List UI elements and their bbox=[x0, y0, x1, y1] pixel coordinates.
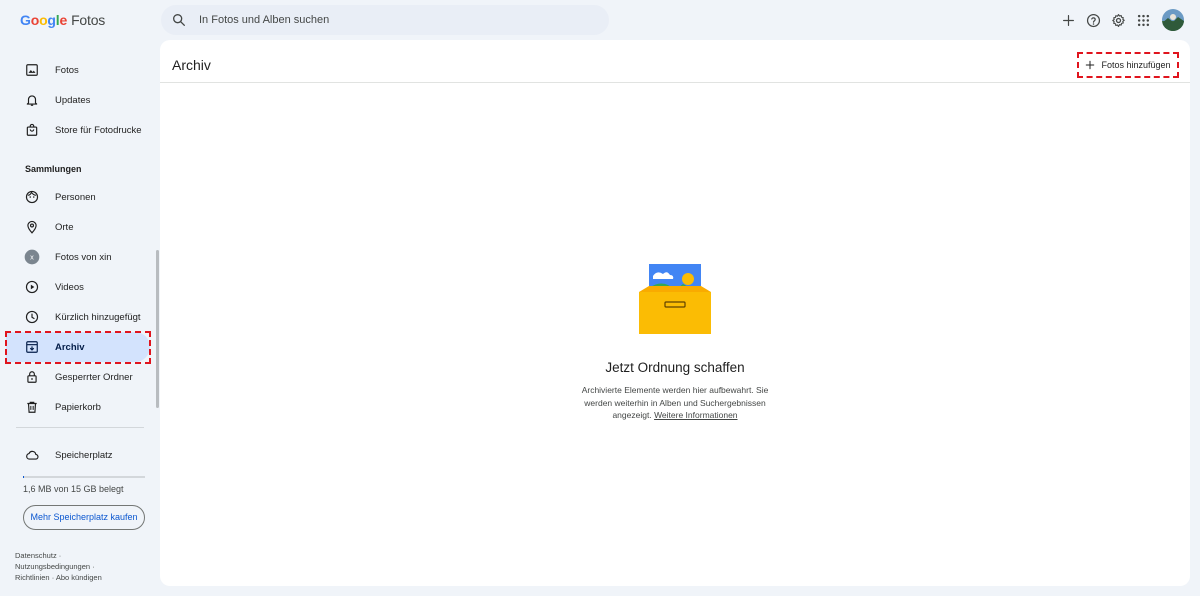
sidebar-item-label: Videos bbox=[55, 281, 84, 293]
sidebar-item-fotos-von-xin[interactable]: x Fotos von xin bbox=[8, 242, 150, 272]
storage-progress-bar bbox=[23, 476, 145, 478]
sidebar-item-label: Gesperrter Ordner bbox=[55, 371, 133, 383]
photo-icon bbox=[24, 62, 40, 78]
footer-separator: · bbox=[58, 551, 62, 560]
footer-separator: · bbox=[51, 573, 55, 582]
lock-icon bbox=[24, 369, 40, 385]
user-avatar-icon: x bbox=[24, 249, 40, 265]
shopping-bag-icon bbox=[24, 122, 40, 138]
sidebar-item-label: Updates bbox=[55, 94, 91, 106]
avatar[interactable] bbox=[1162, 9, 1184, 31]
highlight-add-photos bbox=[1077, 52, 1179, 78]
avatar-letter: x bbox=[30, 253, 34, 262]
sidebar-item-label: Kürzlich hinzugefügt bbox=[55, 311, 141, 323]
sidebar-divider bbox=[16, 427, 144, 428]
location-pin-icon bbox=[24, 219, 40, 235]
help-icon[interactable] bbox=[1085, 9, 1102, 31]
search-bar[interactable]: In Fotos und Alben suchen bbox=[161, 5, 609, 35]
sidebar-item-label: Fotos von xin bbox=[55, 251, 112, 263]
buy-storage-button[interactable]: Mehr Speicherplatz kaufen bbox=[23, 505, 145, 530]
main-panel: Archiv Fotos hinzufügen Jetzt Ordnung sc… bbox=[160, 40, 1190, 586]
cloud-icon bbox=[24, 447, 40, 463]
header-divider bbox=[160, 82, 1190, 83]
empty-state-title: Jetzt Ordnung schaffen bbox=[605, 360, 745, 375]
terms-link[interactable]: Nutzungsbedingungen bbox=[15, 562, 90, 571]
sidebar-item-label: Fotos bbox=[55, 64, 79, 76]
sidebar-item-label: Papierkorb bbox=[55, 401, 101, 413]
guidelines-link[interactable]: Richtlinien bbox=[15, 573, 50, 582]
highlight-archiv bbox=[5, 331, 151, 364]
logo-google: Google bbox=[20, 12, 68, 28]
sidebar-item-trash[interactable]: Papierkorb bbox=[8, 392, 150, 422]
sidebar-item-recently-added[interactable]: Kürzlich hinzugefügt bbox=[8, 302, 150, 332]
cancel-subscription-link[interactable]: Abo kündigen bbox=[56, 573, 102, 582]
footer-links: Datenschutz · Nutzungsbedingungen · Rich… bbox=[15, 550, 155, 583]
sidebar-item-store[interactable]: Store für Fotodrucke bbox=[8, 115, 150, 145]
sidebar-scrollbar[interactable] bbox=[156, 250, 159, 408]
play-circle-icon bbox=[24, 279, 40, 295]
search-icon[interactable] bbox=[171, 12, 187, 28]
page-title: Archiv bbox=[172, 57, 211, 73]
app-logo[interactable]: Google Fotos bbox=[20, 12, 105, 28]
settings-icon[interactable] bbox=[1110, 9, 1127, 31]
search-input[interactable]: In Fotos und Alben suchen bbox=[199, 14, 329, 26]
clock-icon bbox=[24, 309, 40, 325]
sidebar-item-label: Personen bbox=[55, 191, 96, 203]
sidebar-item-label: Speicherplatz bbox=[55, 449, 113, 461]
empty-state-description: Archivierte Elemente werden hier aufbewa… bbox=[570, 384, 780, 422]
sidebar-item-orte[interactable]: Orte bbox=[8, 212, 150, 242]
sidebar-item-videos[interactable]: Videos bbox=[8, 272, 150, 302]
sidebar-item-label: Orte bbox=[55, 221, 74, 233]
sidebar-item-fotos[interactable]: Fotos bbox=[8, 55, 150, 85]
sidebar-item-personen[interactable]: Personen bbox=[8, 182, 150, 212]
footer-separator: · bbox=[92, 562, 95, 571]
privacy-link[interactable]: Datenschutz bbox=[15, 551, 57, 560]
apps-grid-icon[interactable] bbox=[1135, 9, 1152, 31]
face-icon bbox=[24, 189, 40, 205]
learn-more-link[interactable]: Weitere Informationen bbox=[654, 410, 737, 420]
storage-used-text: 1,6 MB von 15 GB belegt bbox=[23, 484, 124, 494]
trash-icon bbox=[24, 399, 40, 415]
storage-progress-fill bbox=[23, 476, 24, 478]
bell-icon bbox=[24, 92, 40, 108]
sidebar-item-storage[interactable]: Speicherplatz bbox=[8, 440, 150, 470]
archive-illustration bbox=[639, 264, 711, 334]
sidebar-item-updates[interactable]: Updates bbox=[8, 85, 150, 115]
plus-icon[interactable] bbox=[1060, 9, 1077, 31]
sidebar-item-label: Store für Fotodrucke bbox=[55, 124, 142, 136]
section-title-collections: Sammlungen bbox=[25, 164, 82, 174]
logo-product: Fotos bbox=[71, 12, 106, 28]
top-actions bbox=[1060, 9, 1184, 31]
sidebar-item-locked-folder[interactable]: Gesperrter Ordner bbox=[8, 362, 150, 392]
